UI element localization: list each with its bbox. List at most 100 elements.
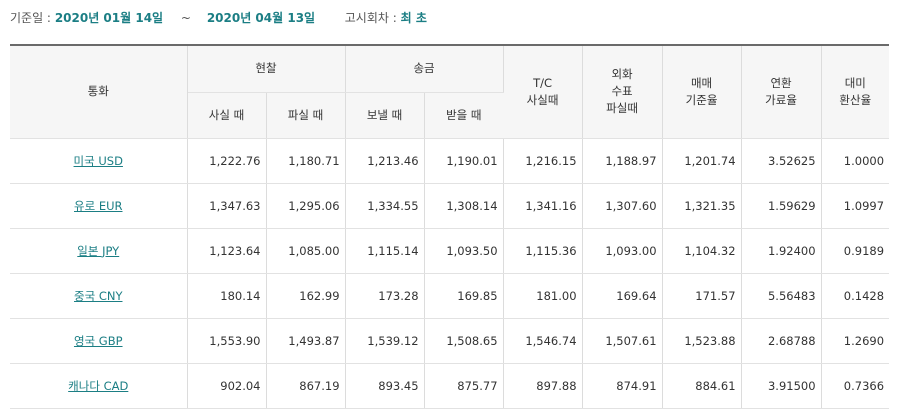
header-conversion-rate: 연환 가료율: [741, 44, 822, 139]
query-info-bar: 기준일 : 2020년 01월 14일 ~ 2020년 04월 13일 고시회차…: [10, 9, 427, 27]
rate-cell-cash-sell: 1,493.87: [266, 318, 346, 364]
currency-link[interactable]: 캐나다 CAD: [68, 379, 128, 393]
rate-cell-send: 1,539.12: [345, 318, 425, 364]
rate-cell-conv: 3.52625: [741, 138, 822, 184]
rate-cell-send: 173.28: [345, 273, 425, 319]
rate-cell-receive: 875.77: [424, 363, 504, 409]
rate-cell-cash-buy: 1,347.63: [187, 183, 267, 229]
rate-cell-conv: 2.68788: [741, 318, 822, 364]
rate-cell-cash-sell: 1,295.06: [266, 183, 346, 229]
end-date: 2020년 04월 13일: [206, 11, 316, 25]
rate-cell-conv: 1.92400: [741, 228, 822, 274]
currency-link[interactable]: 일본 JPY: [77, 244, 119, 258]
rate-cell-check: 874.91: [582, 363, 663, 409]
header-usd-conversion: 대미 환산율: [821, 44, 890, 139]
rate-cell-usd: 1.0997: [821, 183, 890, 229]
currency-cell: 영국 GBP: [10, 318, 188, 364]
currency-link[interactable]: 중국 CNY: [74, 289, 122, 303]
table-row: 일본 JPY 1,123.64 1,085.00 1,115.14 1,093.50 1,…: [10, 228, 890, 274]
rate-cell-tc: 1,115.36: [503, 228, 583, 274]
rate-cell-tc: 181.00: [503, 273, 583, 319]
exchange-rate-table: 통화 현찰 송금 T/C 사실때 외화 수표 파실때 매매 기준율 연환 가료율…: [10, 44, 890, 409]
table-row: 유로 EUR 1,347.63 1,295.06 1,334.55 1,308.14 1,…: [10, 183, 890, 229]
header-remit-send: 보낼 때: [345, 92, 425, 139]
start-date: 2020년 01월 14일: [54, 11, 164, 25]
rate-cell-base: 884.61: [662, 363, 742, 409]
rate-cell-cash-sell: 162.99: [266, 273, 346, 319]
rate-cell-check: 169.64: [582, 273, 663, 319]
header-usd-line-1: 대미: [844, 75, 866, 90]
rate-cell-cash-sell: 1,085.00: [266, 228, 346, 274]
rate-cell-receive: 1,190.01: [424, 138, 504, 184]
header-tc-buy: T/C 사실때: [503, 44, 583, 139]
rate-cell-cash-sell: 1,180.71: [266, 138, 346, 184]
header-check-line-2: 수표: [611, 84, 633, 99]
rate-cell-receive: 1,508.65: [424, 318, 504, 364]
table-row: 영국 GBP 1,553.90 1,493.87 1,539.12 1,508.65 1,…: [10, 318, 890, 364]
header-base-line-1: 매매: [690, 75, 713, 90]
header-cash: 현찰: [187, 44, 346, 93]
rate-cell-check: 1,093.00: [582, 228, 663, 274]
header-cash-buy: 사실 때: [187, 92, 267, 139]
rate-cell-send: 1,115.14: [345, 228, 425, 274]
table-row: 캐나다 CAD 902.04 867.19 893.45 875.77 897.88 874…: [10, 363, 890, 409]
header-conv-line-1: 연환: [770, 75, 792, 90]
rate-cell-base: 1,104.32: [662, 228, 742, 274]
rate-cell-base: 1,523.88: [662, 318, 742, 364]
rate-cell-tc: 1,546.74: [503, 318, 583, 364]
header-check-line-1: 외화: [611, 67, 633, 82]
rate-cell-cash-buy: 1,553.90: [187, 318, 267, 364]
rate-cell-usd: 1.0000: [821, 138, 890, 184]
rate-cell-conv: 3.91500: [741, 363, 822, 409]
header-tc-line-2: 사실때: [526, 92, 559, 107]
rate-cell-tc: 1,216.15: [503, 138, 583, 184]
currency-cell: 캐나다 CAD: [10, 363, 188, 409]
rate-cell-usd: 0.9189: [821, 228, 890, 274]
table-row: 미국 USD 1,222.76 1,180.71 1,213.46 1,190.01 1,…: [10, 138, 890, 184]
rate-cell-check: 1,307.60: [582, 183, 663, 229]
currency-link[interactable]: 미국 USD: [74, 154, 123, 168]
notice-round-label: 고시회차 :: [344, 11, 397, 25]
notice-round-value: 최 초: [400, 11, 427, 25]
rate-cell-send: 893.45: [345, 363, 425, 409]
rate-cell-tc: 897.88: [503, 363, 583, 409]
table-row: 중국 CNY 180.14 162.99 173.28 169.85 181.00 169.…: [10, 273, 890, 319]
header-usd-line-2: 환산율: [839, 92, 872, 107]
currency-link[interactable]: 유로 EUR: [74, 199, 123, 213]
rate-cell-check: 1,507.61: [582, 318, 663, 364]
rate-cell-usd: 0.1428: [821, 273, 890, 319]
header-tc-line-1: T/C: [533, 75, 552, 90]
rate-cell-send: 1,213.46: [345, 138, 425, 184]
currency-cell: 일본 JPY: [10, 228, 188, 274]
rate-cell-conv: 5.56483: [741, 273, 822, 319]
rate-cell-usd: 0.7366: [821, 363, 890, 409]
header-base-line-2: 기준율: [685, 92, 718, 107]
rate-table-body: 미국 USD 1,222.76 1,180.71 1,213.46 1,190.01 1,…: [10, 138, 890, 409]
rate-cell-receive: 1,093.50: [424, 228, 504, 274]
rate-cell-cash-buy: 902.04: [187, 363, 267, 409]
rate-cell-conv: 1.59629: [741, 183, 822, 229]
rate-cell-base: 1,321.35: [662, 183, 742, 229]
rate-cell-cash-buy: 180.14: [187, 273, 267, 319]
header-conv-line-2: 가료율: [765, 92, 797, 107]
currency-cell: 미국 USD: [10, 138, 188, 184]
rate-cell-receive: 169.85: [424, 273, 504, 319]
rate-cell-cash-buy: 1,123.64: [187, 228, 267, 274]
rate-cell-send: 1,334.55: [345, 183, 425, 229]
base-date-label: 기준일 :: [10, 11, 51, 25]
date-range-separator: ~: [180, 11, 191, 25]
currency-cell: 유로 EUR: [10, 183, 188, 229]
header-check-line-3: 파실때: [606, 101, 638, 116]
header-cash-sell: 파실 때: [266, 92, 346, 139]
header-currency: 통화: [10, 44, 188, 139]
header-base-rate: 매매 기준율: [662, 44, 742, 139]
header-remit-receive: 받을 때: [424, 92, 504, 139]
rate-cell-base: 171.57: [662, 273, 742, 319]
rate-cell-base: 1,201.74: [662, 138, 742, 184]
header-foreign-check: 외화 수표 파실때: [582, 44, 663, 139]
rate-cell-tc: 1,341.16: [503, 183, 583, 229]
rate-cell-check: 1,188.97: [582, 138, 663, 184]
rate-cell-cash-buy: 1,222.76: [187, 138, 267, 184]
rate-cell-usd: 1.2690: [821, 318, 890, 364]
currency-link[interactable]: 영국 GBP: [74, 334, 123, 348]
